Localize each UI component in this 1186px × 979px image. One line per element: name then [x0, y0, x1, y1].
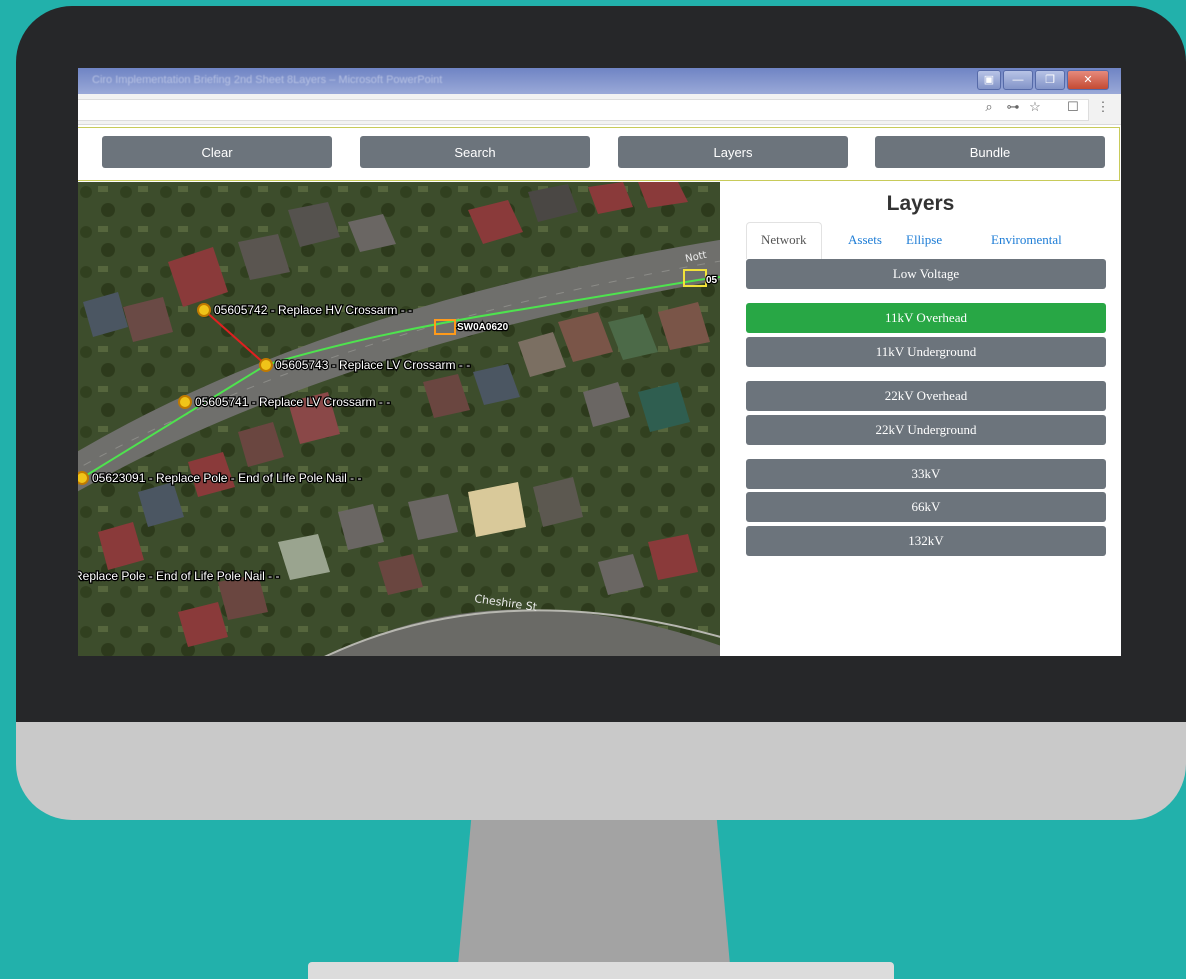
- asset-label-replace-pole[interactable]: Replace Pole - End of Life Pole Nail - -: [78, 568, 281, 585]
- window-title: Ciro Implementation Briefing 2nd Sheet 8…: [92, 74, 443, 86]
- monitor-screen: Ciro Implementation Briefing 2nd Sheet 8…: [78, 68, 1121, 656]
- window-titlebar: Ciro Implementation Briefing 2nd Sheet 8…: [78, 68, 1121, 94]
- layer-22kv-overhead[interactable]: 22kV Overhead: [746, 381, 1106, 411]
- pole-marker-05605743[interactable]: [259, 358, 273, 372]
- search-button[interactable]: Search: [360, 136, 590, 168]
- bundle-button[interactable]: Bundle: [875, 136, 1105, 168]
- asset-label-05605742[interactable]: 05605742 - Replace HV Crossarm - -: [213, 302, 414, 319]
- star-icon[interactable]: ☆: [1026, 99, 1044, 115]
- pole-marker-05605741[interactable]: [178, 395, 192, 409]
- window-icon: ▣: [977, 70, 1001, 90]
- layer-22kv-underground[interactable]: 22kV Underground: [746, 415, 1106, 445]
- clear-button[interactable]: Clear: [102, 136, 332, 168]
- restore-button[interactable]: ❐: [1035, 70, 1065, 90]
- window-controls: ▣ — ❐ ✕: [977, 70, 1109, 90]
- switch-label[interactable]: SW0A0620: [456, 321, 510, 335]
- pole-marker-05623091[interactable]: [78, 471, 89, 485]
- substation-label: 05: [706, 275, 718, 286]
- monitor-stand-base: [308, 962, 894, 979]
- zoom-icon[interactable]: ⌕: [980, 99, 998, 115]
- layers-panel: Layers Network Assets Ellipse Enviroment…: [720, 182, 1121, 656]
- minimize-button[interactable]: —: [1003, 70, 1033, 90]
- key-icon[interactable]: ⊶: [1004, 99, 1022, 115]
- asset-label-05605743[interactable]: 05605743 - Replace LV Crossarm - -: [274, 357, 472, 374]
- layer-11kv-overhead[interactable]: 11kV Overhead: [746, 303, 1106, 333]
- tab-network[interactable]: Network: [746, 222, 822, 259]
- menu-icon[interactable]: ⋮: [1094, 99, 1112, 115]
- layer-132kv[interactable]: 132kV: [746, 526, 1106, 556]
- tab-assets[interactable]: Assets: [848, 232, 882, 248]
- tab-ellipse[interactable]: Ellipse: [906, 232, 942, 248]
- layers-panel-title: Layers: [886, 192, 955, 215]
- asset-label-05623091[interactable]: 05623091 - Replace Pole - End of Life Po…: [91, 470, 363, 487]
- extension-icon[interactable]: ☐: [1064, 99, 1082, 115]
- layer-11kv-underground[interactable]: 11kV Underground: [746, 337, 1106, 367]
- layer-66kv[interactable]: 66kV: [746, 492, 1106, 522]
- pole-marker-05605742[interactable]: [197, 303, 211, 317]
- browser-toolbar: ⌕ ⊶ ☆ ☐ ⋮: [78, 94, 1121, 125]
- address-bar[interactable]: [78, 99, 1089, 121]
- layer-low-voltage[interactable]: Low Voltage: [746, 259, 1106, 289]
- close-button[interactable]: ✕: [1067, 70, 1109, 90]
- layer-33kv[interactable]: 33kV: [746, 459, 1106, 489]
- layers-tabs: Network Assets Ellipse Enviromental: [746, 222, 1108, 259]
- asset-label-05605741[interactable]: 05605741 - Replace LV Crossarm - -: [194, 394, 392, 411]
- app-toolbar: Clear Search Layers Bundle: [78, 127, 1120, 181]
- tab-enviromental[interactable]: Enviromental: [991, 232, 1062, 248]
- layers-button[interactable]: Layers: [618, 136, 848, 168]
- satellite-map[interactable]: 05605742 - Replace HV Crossarm - - 05605…: [78, 182, 720, 656]
- map-canvas[interactable]: 05605742 - Replace HV Crossarm - - 05605…: [78, 182, 720, 656]
- monitor-stand-neck: [458, 815, 730, 965]
